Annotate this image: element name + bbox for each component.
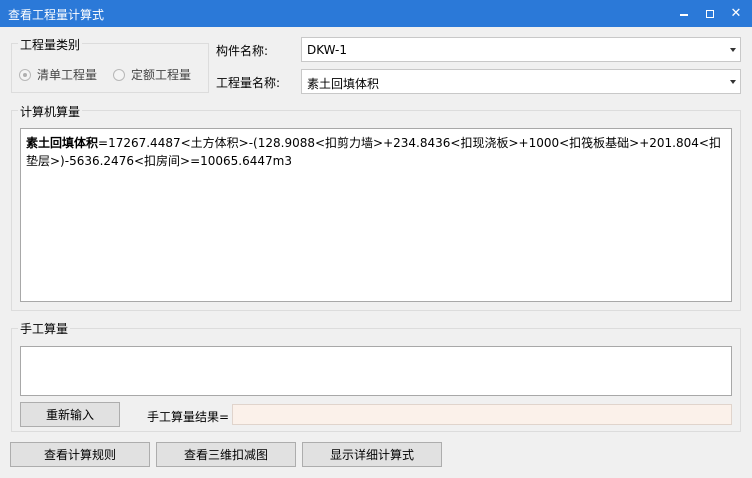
quantity-name-select[interactable]: 素土回填体积 <box>301 69 741 94</box>
quantity-name-value: 素土回填体积 <box>307 77 380 91</box>
show-detail-formula-button[interactable]: 显示详细计算式 <box>302 442 442 467</box>
radio-list-quantity-label: 清单工程量 <box>37 68 98 82</box>
manual-result-field[interactable] <box>232 404 732 425</box>
close-icon: ✕ <box>730 6 742 21</box>
quantity-name-label: 工程量名称: <box>216 76 281 90</box>
maximize-icon <box>706 9 714 18</box>
reenter-button[interactable]: 重新输入 <box>20 402 120 427</box>
radio-dot-icon <box>113 68 125 81</box>
manual-result-label: 手工算量结果= <box>147 410 230 424</box>
title-bar: 查看工程量计算式 ✕ <box>0 0 752 27</box>
minimize-icon <box>680 13 688 16</box>
quantity-type-legend: 工程量类别 <box>18 36 83 53</box>
manual-calc-legend: 手工算量 <box>18 320 71 337</box>
computer-calc-legend: 计算机算量 <box>18 103 83 120</box>
radio-quota-quantity[interactable]: 定额工程量 <box>113 66 191 83</box>
formula-body: =17267.4487<土方体积>-(128.9088<扣剪力墙>+234.84… <box>26 136 721 168</box>
component-name-value: DKW-1 <box>307 43 348 57</box>
manual-calc-input[interactable] <box>20 346 732 396</box>
component-name-select[interactable]: DKW-1 <box>301 37 741 62</box>
chevron-down-icon <box>730 48 736 52</box>
minimize-button[interactable] <box>670 0 698 27</box>
window-title: 查看工程量计算式 <box>8 8 105 22</box>
radio-quota-quantity-label: 定额工程量 <box>131 68 192 82</box>
view-rules-button[interactable]: 查看计算规则 <box>10 442 150 467</box>
computer-calc-formula-box[interactable]: 素土回填体积=17267.4487<土方体积>-(128.9088<扣剪力墙>+… <box>20 128 732 302</box>
computer-calc-formula: 素土回填体积=17267.4487<土方体积>-(128.9088<扣剪力墙>+… <box>26 134 726 170</box>
chevron-down-icon <box>730 80 736 84</box>
component-name-label: 构件名称: <box>216 44 269 58</box>
radio-list-quantity[interactable]: 清单工程量 <box>19 66 97 83</box>
view-3d-deduction-button[interactable]: 查看三维扣减图 <box>156 442 296 467</box>
close-button[interactable]: ✕ <box>722 0 750 27</box>
formula-name: 素土回填体积 <box>26 136 99 150</box>
maximize-button[interactable] <box>696 0 724 27</box>
radio-dot-icon <box>19 68 31 81</box>
